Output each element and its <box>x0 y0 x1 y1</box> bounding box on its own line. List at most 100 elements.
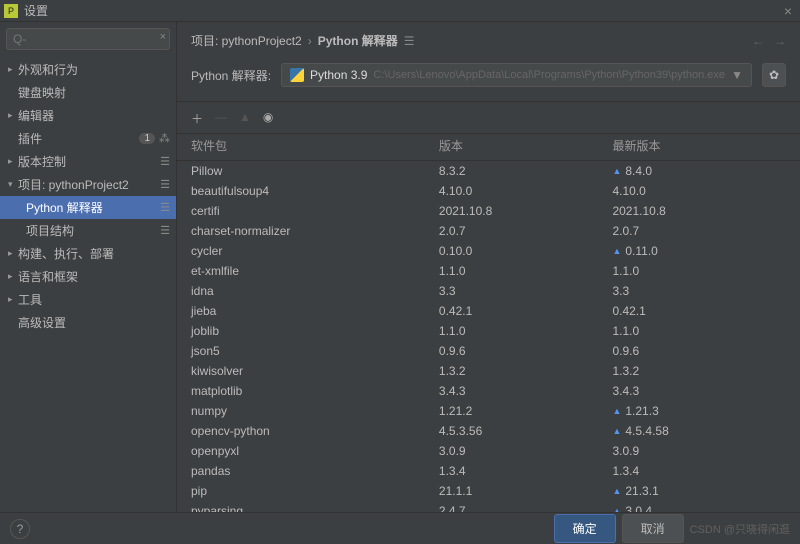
sidebar-item[interactable]: ▸编辑器 <box>0 104 176 127</box>
pkg-name: jieba <box>191 304 439 318</box>
table-row[interactable]: json50.9.60.9.6 <box>177 341 800 361</box>
sidebar-item[interactable]: ▸语言和框架 <box>0 265 176 288</box>
cancel-button[interactable]: 取消 <box>622 514 684 543</box>
sidebar-item-label: 版本控制 <box>18 153 66 170</box>
caret-icon: ▸ <box>8 156 18 167</box>
pkg-name: joblib <box>191 324 439 338</box>
col-name[interactable]: 软件包 <box>191 137 439 154</box>
interpreter-path: C:\Users\Lenovo\AppData\Local\Programs\P… <box>373 69 725 81</box>
breadcrumb: 项目: pythonProject2 › Python 解释器 ☰ ← → <box>177 22 800 53</box>
titlebar: P 设置 × <box>0 0 800 22</box>
gear-icon[interactable]: ✿ <box>762 63 786 87</box>
table-row[interactable]: numpy1.21.2▲1.21.3 <box>177 401 800 421</box>
pkg-version: 0.9.6 <box>439 344 613 358</box>
pkg-latest: 3.0.9 <box>612 444 786 458</box>
window-title: 设置 <box>24 2 48 19</box>
search-box: × <box>6 28 170 50</box>
pkg-version: 3.3 <box>439 284 613 298</box>
settings-tree: ▸外观和行为键盘映射▸编辑器插件1⁂▸版本控制☰▾项目: pythonProje… <box>0 56 176 512</box>
sidebar-item-label: Python 解释器 <box>26 199 103 216</box>
interpreter-dropdown[interactable]: Python 3.9 C:\Users\Lenovo\AppData\Local… <box>281 63 752 87</box>
breadcrumb-project[interactable]: 项目: pythonProject2 <box>191 32 302 49</box>
search-input[interactable] <box>6 28 170 50</box>
interpreter-name: Python 3.9 <box>310 68 367 82</box>
table-row[interactable]: opencv-python4.5.3.56▲4.5.4.58 <box>177 421 800 441</box>
upgrade-arrow-icon: ▲ <box>612 486 621 496</box>
table-row[interactable]: charset-normalizer2.0.72.0.7 <box>177 221 800 241</box>
sidebar-item-label: 高级设置 <box>18 314 66 331</box>
sidebar-item[interactable]: 插件1⁂ <box>0 127 176 150</box>
upgrade-arrow-icon: ▲ <box>612 246 621 256</box>
sidebar-item[interactable]: Python 解释器☰ <box>0 196 176 219</box>
pkg-version: 1.1.0 <box>439 324 613 338</box>
project-mark-icon: ☰ <box>160 155 170 168</box>
package-table: 软件包 版本 最新版本 Pillow8.3.2▲8.4.0beautifulso… <box>177 134 800 512</box>
table-row[interactable]: joblib1.1.01.1.0 <box>177 321 800 341</box>
sidebar-item-label: 构建、执行、部署 <box>18 245 114 262</box>
pkg-latest: 1.3.2 <box>612 364 786 378</box>
table-row[interactable]: pip21.1.1▲21.3.1 <box>177 481 800 501</box>
close-icon[interactable]: × <box>780 3 796 19</box>
table-row[interactable]: cycler0.10.0▲0.11.0 <box>177 241 800 261</box>
table-row[interactable]: jieba0.42.10.42.1 <box>177 301 800 321</box>
show-early-releases-icon[interactable]: ◉ <box>263 110 273 127</box>
upgrade-package-icon[interactable]: ▲ <box>239 110 251 127</box>
pkg-latest: 0.42.1 <box>612 304 786 318</box>
pkg-name: et-xmlfile <box>191 264 439 278</box>
pkg-latest: 3.4.3 <box>612 384 786 398</box>
pkg-name: certifi <box>191 204 439 218</box>
sidebar-item-label: 语言和框架 <box>18 268 78 285</box>
nav-forward-icon[interactable]: → <box>774 34 786 48</box>
chevron-down-icon: ▼ <box>731 68 743 82</box>
table-row[interactable]: openpyxl3.0.93.0.9 <box>177 441 800 461</box>
table-row[interactable]: matplotlib3.4.33.4.3 <box>177 381 800 401</box>
table-row[interactable]: pandas1.3.41.3.4 <box>177 461 800 481</box>
interpreter-label: Python 解释器: <box>191 67 271 84</box>
sidebar-item[interactable]: 键盘映射 <box>0 81 176 104</box>
table-row[interactable]: Pillow8.3.2▲8.4.0 <box>177 161 800 181</box>
nav-back-icon[interactable]: ← <box>752 34 764 48</box>
sidebar-item[interactable]: 高级设置 <box>0 311 176 334</box>
clear-search-icon[interactable]: × <box>160 31 166 43</box>
pkg-name: matplotlib <box>191 384 439 398</box>
pkg-latest: 2.0.7 <box>612 224 786 238</box>
ok-button[interactable]: 确定 <box>554 514 616 543</box>
sidebar-item[interactable]: ▸工具 <box>0 288 176 311</box>
table-row[interactable]: kiwisolver1.3.21.3.2 <box>177 361 800 381</box>
pkg-name: pyparsing <box>191 504 439 512</box>
reset-icon[interactable]: ☰ <box>404 34 415 48</box>
sidebar-item[interactable]: ▸外观和行为 <box>0 58 176 81</box>
sidebar-item[interactable]: 项目结构☰ <box>0 219 176 242</box>
pkg-latest: 2021.10.8 <box>612 204 786 218</box>
table-row[interactable]: certifi2021.10.82021.10.8 <box>177 201 800 221</box>
sidebar-item-label: 工具 <box>18 291 42 308</box>
remove-package-icon[interactable]: — <box>215 110 227 127</box>
table-row[interactable]: pyparsing2.4.7▲3.0.4 <box>177 501 800 512</box>
sidebar-item-label: 键盘映射 <box>18 84 66 101</box>
help-icon[interactable]: ? <box>10 519 30 539</box>
pkg-name: pandas <box>191 464 439 478</box>
sidebar-item-label: 项目: pythonProject2 <box>18 176 129 193</box>
pkg-name: beautifulsoup4 <box>191 184 439 198</box>
pkg-latest: ▲3.0.4 <box>612 504 786 512</box>
caret-icon: ▸ <box>8 248 18 259</box>
pkg-name: openpyxl <box>191 444 439 458</box>
table-row[interactable]: et-xmlfile1.1.01.1.0 <box>177 261 800 281</box>
pkg-version: 3.4.3 <box>439 384 613 398</box>
col-version[interactable]: 版本 <box>439 137 613 154</box>
pkg-version: 4.10.0 <box>439 184 613 198</box>
sidebar-item[interactable]: ▸构建、执行、部署 <box>0 242 176 265</box>
pkg-latest: 0.9.6 <box>612 344 786 358</box>
badge: 1 <box>139 133 155 144</box>
pkg-version: 0.42.1 <box>439 304 613 318</box>
table-row[interactable]: beautifulsoup44.10.04.10.0 <box>177 181 800 201</box>
col-latest[interactable]: 最新版本 <box>612 137 786 154</box>
sidebar-item-label: 外观和行为 <box>18 61 78 78</box>
pkg-version: 1.1.0 <box>439 264 613 278</box>
upgrade-arrow-icon: ▲ <box>612 166 621 176</box>
add-package-icon[interactable]: ＋ <box>191 110 203 127</box>
sidebar: × ▸外观和行为键盘映射▸编辑器插件1⁂▸版本控制☰▾项目: pythonPro… <box>0 22 177 512</box>
table-row[interactable]: idna3.33.3 <box>177 281 800 301</box>
sidebar-item[interactable]: ▸版本控制 ☰ <box>0 150 176 173</box>
sidebar-item[interactable]: ▾项目: pythonProject2☰ <box>0 173 176 196</box>
